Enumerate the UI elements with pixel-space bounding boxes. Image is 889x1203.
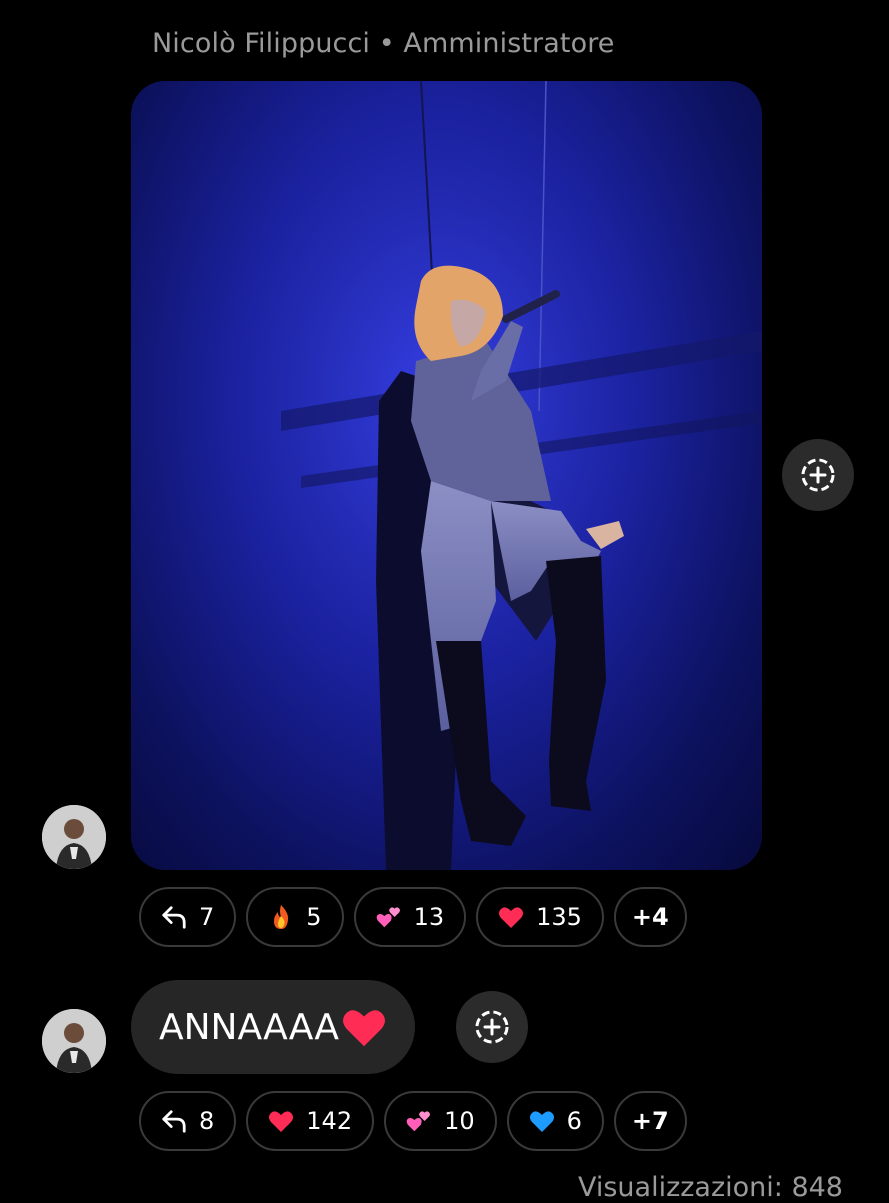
reaction-count: 142 xyxy=(306,1107,353,1135)
reply-icon xyxy=(161,904,187,930)
reaction-chip-red-heart[interactable]: 142 xyxy=(246,1091,375,1151)
reaction-chip-red-heart[interactable]: 135 xyxy=(476,887,604,947)
red-heart-emoji-icon xyxy=(268,1108,294,1134)
post-photo[interactable] xyxy=(131,81,762,870)
views-count: Visualizzazioni: 848 xyxy=(577,1172,843,1203)
reaction-count: 135 xyxy=(536,903,582,931)
reaction-count: 5 xyxy=(306,903,322,931)
add-to-story-button-1[interactable] xyxy=(782,439,854,511)
message-text: ANNAAAA xyxy=(159,1006,339,1048)
two-hearts-emoji-icon xyxy=(406,1108,432,1134)
concert-photo-illustration xyxy=(131,81,762,870)
message-bubble[interactable]: ANNAAAA xyxy=(131,980,415,1074)
dashed-circle-plus-icon xyxy=(475,1010,509,1044)
sender-avatar[interactable] xyxy=(42,1009,106,1073)
add-to-story-button-2[interactable] xyxy=(456,991,528,1063)
two-hearts-emoji-icon xyxy=(376,904,402,930)
reaction-count: 10 xyxy=(444,1107,475,1135)
reply-chip[interactable]: 8 xyxy=(139,1091,237,1151)
reaction-chip-blue-heart[interactable]: 6 xyxy=(506,1091,604,1151)
reply-chip[interactable]: 7 xyxy=(139,887,237,947)
red-heart-emoji-icon xyxy=(498,904,524,930)
sender-avatar[interactable] xyxy=(42,805,106,869)
sender-name-role: Nicolò Filippucci • Amministratore xyxy=(152,28,615,59)
reply-count: 7 xyxy=(199,903,215,931)
more-reactions-chip[interactable]: +4 xyxy=(613,887,687,947)
reaction-chip-two-hearts[interactable]: 10 xyxy=(384,1091,497,1151)
reactions-row-2: 8 142 10 6 +7 xyxy=(139,1091,687,1151)
more-reactions-chip[interactable]: +7 xyxy=(613,1091,687,1151)
reaction-chip-fire[interactable]: 5 xyxy=(246,887,344,947)
dashed-circle-plus-icon xyxy=(801,458,835,492)
fire-emoji-icon xyxy=(268,904,294,930)
reaction-count: 6 xyxy=(566,1107,582,1135)
blue-heart-emoji-icon xyxy=(529,1108,555,1134)
red-heart-emoji-icon xyxy=(343,1010,385,1047)
reactions-row-1: 7 5 13 135 +4 xyxy=(139,887,687,947)
avatar-image xyxy=(42,805,106,869)
avatar-image xyxy=(42,1009,106,1073)
reaction-count: 13 xyxy=(413,903,445,931)
reply-count: 8 xyxy=(199,1107,215,1135)
reply-icon xyxy=(161,1108,187,1134)
reaction-chip-two-hearts[interactable]: 13 xyxy=(353,887,467,947)
